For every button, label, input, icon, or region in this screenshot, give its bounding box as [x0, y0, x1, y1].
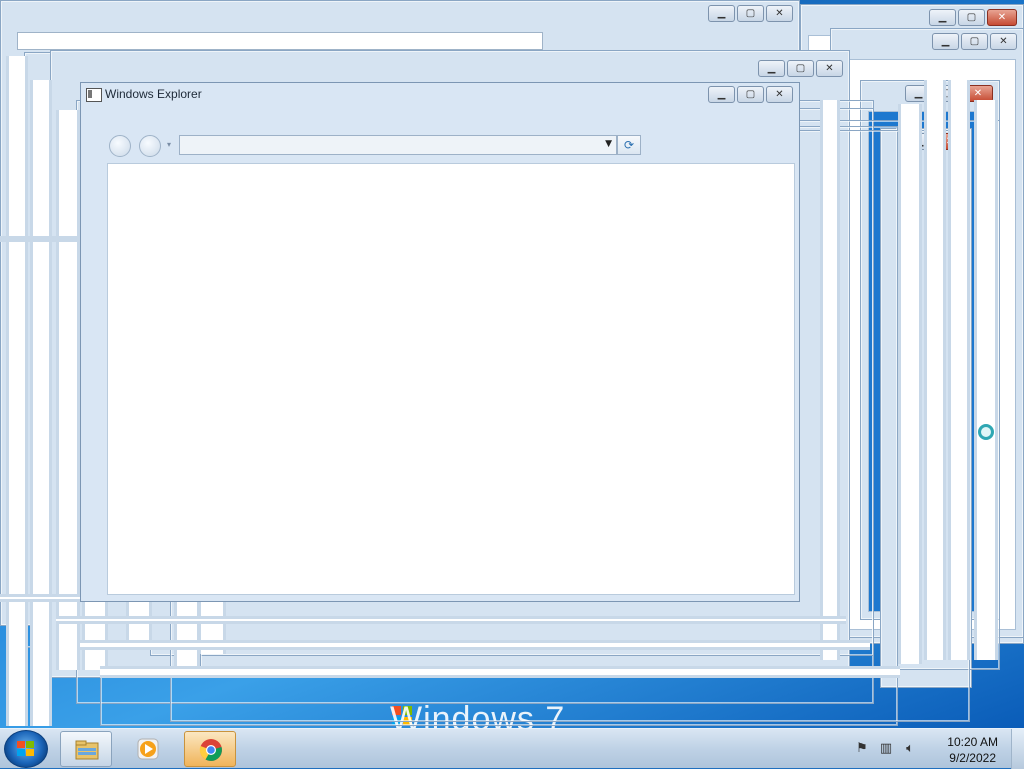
- redraw-artifact: [974, 100, 998, 660]
- redraw-artifact: [924, 80, 946, 660]
- volume-icon[interactable]: 🔈︎: [902, 741, 918, 757]
- close-button[interactable]: ✕: [766, 86, 793, 103]
- maximize-button[interactable]: ▢: [787, 60, 814, 77]
- windows-flag-icon: [17, 741, 35, 757]
- taskbar-media-player[interactable]: [122, 731, 174, 767]
- address-bar[interactable]: ▼: [179, 135, 617, 155]
- media-player-icon: [137, 738, 159, 760]
- refresh-button[interactable]: ⟳: [617, 135, 641, 155]
- network-icon[interactable]: ▥: [878, 741, 894, 757]
- close-button[interactable]: ✕: [987, 9, 1017, 26]
- minimize-button[interactable]: ▁: [708, 5, 735, 22]
- minimize-button[interactable]: ▁: [708, 86, 735, 103]
- clock-date: 9/2/2022: [949, 751, 996, 765]
- minimize-button[interactable]: ▁: [929, 9, 956, 26]
- close-button[interactable]: ✕: [816, 60, 843, 77]
- taskbar: ⚑ ▥ 🔈︎ 10:20 AM 9/2/2022: [0, 728, 1024, 769]
- redraw-artifact: [898, 104, 922, 664]
- redraw-artifact: [6, 56, 28, 726]
- address-dropdown-icon[interactable]: ▼: [605, 139, 612, 149]
- maximize-button[interactable]: ▢: [958, 9, 985, 26]
- clock[interactable]: 10:20 AM 9/2/2022: [947, 734, 998, 766]
- chrome-icon: [199, 739, 222, 761]
- desktop: Windows 7 ▁▢✕ ▁▢✕ ▁▢✕ ▁✕ ▁▢✕ ▁▢✕: [0, 0, 1024, 728]
- window-app-icon: [86, 88, 102, 102]
- back-button[interactable]: [109, 135, 131, 157]
- clock-time: 10:20 AM: [947, 735, 998, 749]
- close-button[interactable]: ✕: [990, 33, 1017, 50]
- ghost-address-bar: [17, 32, 543, 50]
- window-title: Windows Explorer: [105, 87, 202, 101]
- maximize-button[interactable]: ▢: [961, 33, 988, 50]
- minimize-button[interactable]: ▁: [758, 60, 785, 77]
- redraw-artifact: [80, 640, 870, 650]
- notification-area: ⚑ ▥ 🔈︎ 10:20 AM 9/2/2022: [854, 729, 1024, 769]
- redraw-artifact: [948, 80, 970, 660]
- taskbar-chrome[interactable]: [184, 731, 236, 767]
- redraw-artifact: [30, 80, 52, 726]
- explorer-window[interactable]: Windows Explorer ▁ ▢ ✕ ▾ ▼ ⟳: [80, 82, 800, 602]
- maximize-button[interactable]: ▢: [737, 5, 764, 22]
- folder-icon: [75, 740, 99, 760]
- navigation-toolbar: ▾ ▼ ⟳: [107, 133, 647, 157]
- redraw-artifact: [56, 110, 80, 670]
- maximize-button[interactable]: ▢: [737, 86, 764, 103]
- taskbar-explorer[interactable]: [60, 731, 112, 767]
- redraw-artifact: [56, 616, 846, 624]
- minimize-button[interactable]: ▁: [932, 33, 959, 50]
- action-center-icon[interactable]: ⚑: [854, 741, 870, 757]
- redraw-artifact: [820, 100, 840, 660]
- show-desktop-button[interactable]: [1011, 729, 1024, 769]
- forward-button[interactable]: [139, 135, 161, 157]
- redraw-artifact: [100, 666, 900, 678]
- explorer-content-pane[interactable]: [107, 163, 795, 595]
- close-button[interactable]: ✕: [766, 5, 793, 22]
- recent-pages-dropdown[interactable]: ▾: [167, 140, 171, 149]
- start-button[interactable]: [4, 730, 48, 768]
- busy-cursor-icon: [978, 424, 994, 440]
